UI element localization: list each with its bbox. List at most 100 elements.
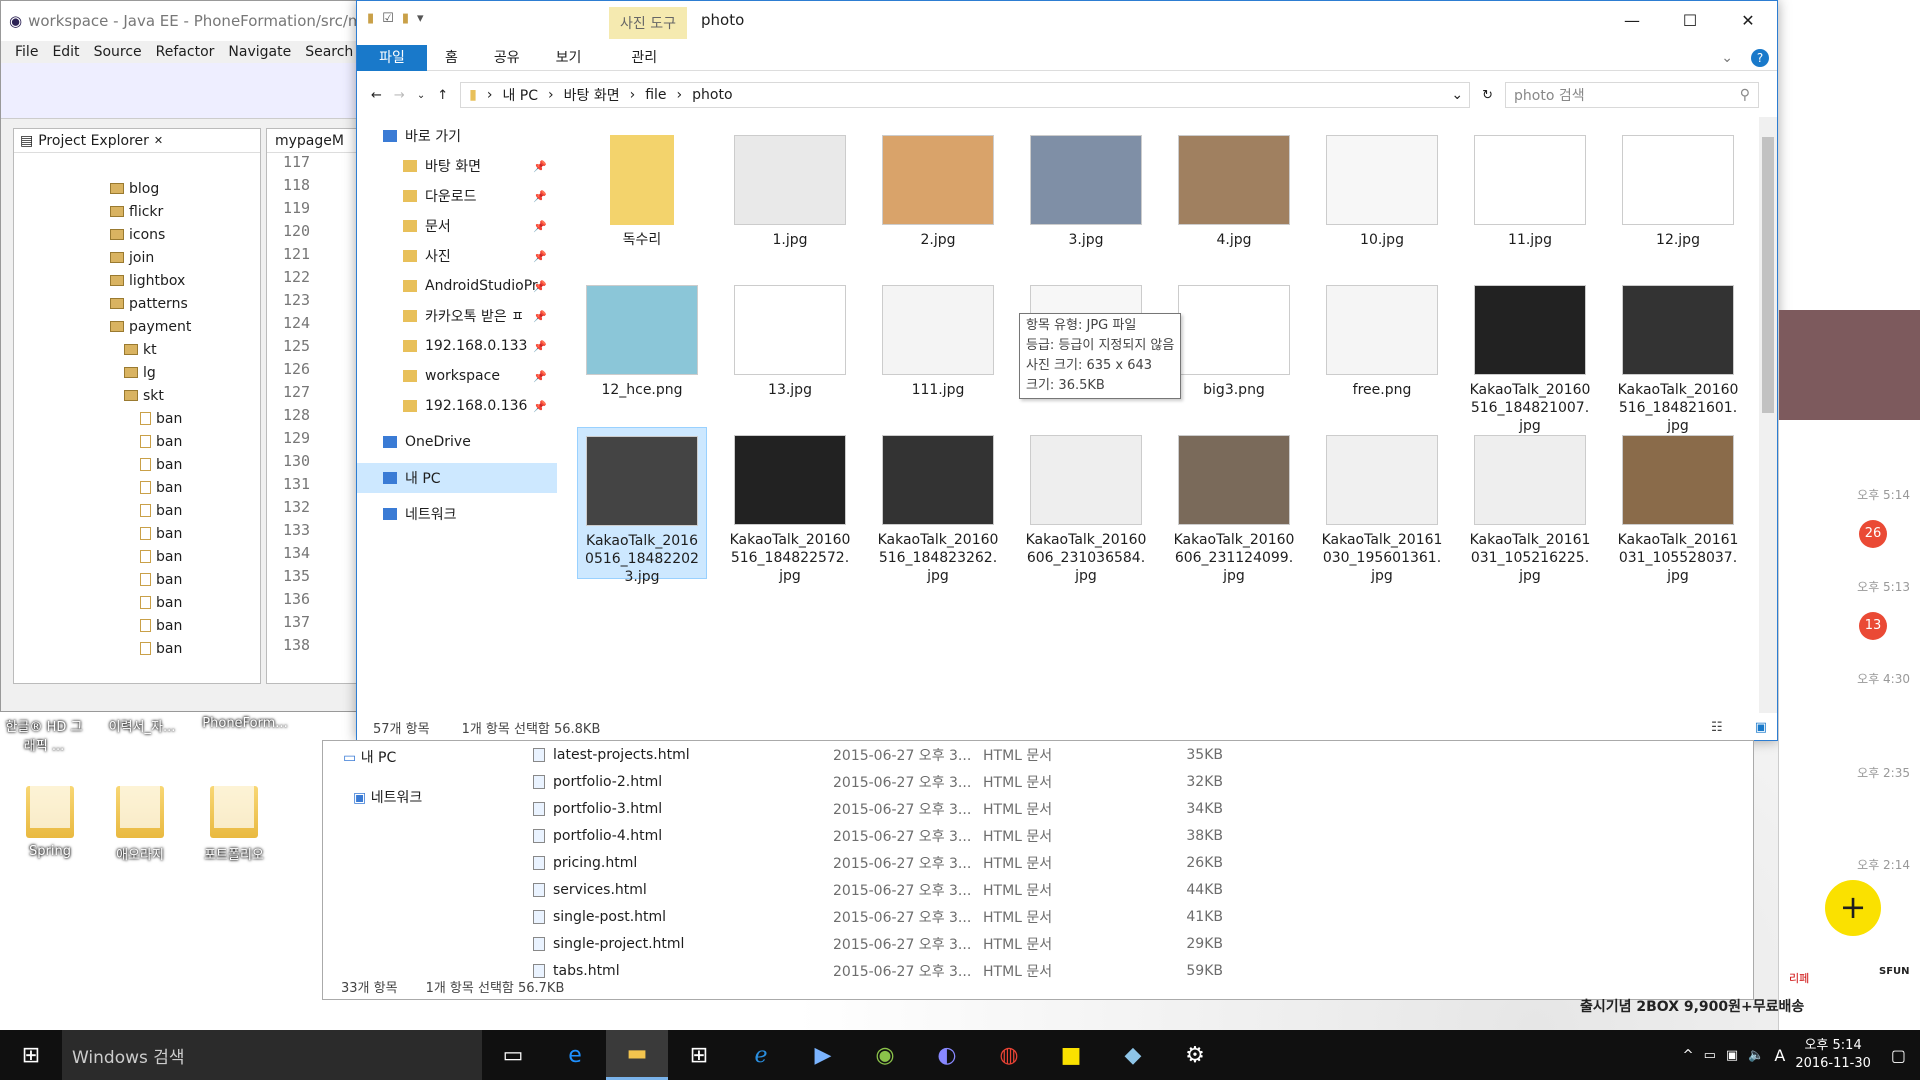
tree-item[interactable]: ban	[14, 522, 260, 545]
pin-icon[interactable]: 📌	[533, 370, 547, 383]
tab-share[interactable]: 공유	[476, 45, 538, 71]
tree-item[interactable]: ban	[14, 453, 260, 476]
file-row[interactable]: latest-projects.html 2015-06-27 오후 3... HT…	[533, 741, 1223, 768]
file-item[interactable]: KakaoTalk_20160516_184821601.jpg	[1613, 277, 1743, 434]
eclipse-titlebar[interactable]: ◉ workspace - Java EE - PhoneFormation/sr…	[1, 1, 361, 41]
checkbox-icon[interactable]: ☑	[382, 11, 394, 26]
tab-home[interactable]: 홈	[427, 45, 476, 71]
settings-gear-icon[interactable]: ⚙	[1164, 1030, 1226, 1080]
eclipse-icon[interactable]: ◐	[916, 1030, 978, 1080]
taskbar-search[interactable]: Windows 검색	[62, 1030, 482, 1080]
desktop-label[interactable]: 한글® HD 그래픽 ...	[4, 716, 84, 754]
file-item[interactable]: big3.png	[1169, 277, 1299, 429]
tree-item[interactable]: ban	[14, 499, 260, 522]
desktop-icon-portfolio[interactable]: 포트폴리오	[184, 778, 284, 863]
file-item[interactable]: 독수리	[577, 127, 707, 279]
android-studio-icon[interactable]: ◉	[854, 1030, 916, 1080]
nav-item[interactable]: 카카오톡 받은 ㅍ 📌	[357, 301, 557, 331]
tree-item[interactable]: ban	[14, 545, 260, 568]
file-item[interactable]: KakaoTalk_20161030_195601361.jpg	[1317, 427, 1447, 584]
pin-icon[interactable]: 📌	[533, 400, 547, 413]
file-item[interactable]: 12.jpg	[1613, 127, 1743, 279]
desktop-label[interactable]: 이력서_자...	[98, 716, 186, 754]
breadcrumb-item[interactable]: file	[645, 87, 666, 103]
notepad-icon[interactable]: ◆	[1102, 1030, 1164, 1080]
edge-icon[interactable]: e	[544, 1030, 606, 1080]
file-item[interactable]: KakaoTalk_20160606_231124099.jpg	[1169, 427, 1299, 584]
breadcrumb-item[interactable]: photo	[692, 87, 732, 103]
notification-icon[interactable]: ▢	[1891, 1046, 1906, 1065]
tree-item[interactable]: kt	[14, 338, 260, 361]
maximize-button[interactable]: ☐	[1661, 1, 1719, 39]
breadcrumb-item[interactable]: 바탕 화면	[564, 85, 620, 105]
vertical-scrollbar[interactable]	[1759, 117, 1777, 713]
close-icon[interactable]: ✕	[154, 134, 163, 147]
chevron-down-icon[interactable]: ⌄	[417, 90, 425, 101]
tree-item[interactable]: ban	[14, 407, 260, 430]
tree-item[interactable]: flickr	[14, 200, 260, 223]
nav-item[interactable]: workspace 📌	[357, 361, 557, 391]
nav-item[interactable]: 192.168.0.133 📌	[357, 331, 557, 361]
file-item[interactable]: KakaoTalk_20160606_231036584.jpg	[1021, 427, 1151, 584]
address-bar[interactable]: ▮ › 내 PC › 바탕 화면 › file › photo ⌄	[460, 82, 1471, 108]
tree-item[interactable]: ban	[14, 637, 260, 660]
nav-item[interactable]: 192.168.0.136 📌	[357, 391, 557, 421]
nav-item[interactable]: OneDrive	[357, 427, 557, 457]
tree-item[interactable]: patterns	[14, 292, 260, 315]
tree-item[interactable]: lg	[14, 361, 260, 384]
tree-item[interactable]: ban	[14, 430, 260, 453]
search-input[interactable]: photo 검색 ⚲	[1505, 82, 1760, 108]
battery-icon[interactable]: ▭	[1704, 1048, 1716, 1063]
tree-item[interactable]: payment	[14, 315, 260, 338]
nav-item[interactable]: 문서 📌	[357, 211, 557, 241]
tree-item[interactable]: skt	[14, 384, 260, 407]
tree-item[interactable]: ban	[14, 568, 260, 591]
messenger-header[interactable]	[1779, 310, 1920, 420]
file-row[interactable]: tabs.html 2015-06-27 오후 3... HTML 문서 59KB	[533, 957, 1223, 984]
menu-navigate[interactable]: Navigate	[228, 44, 291, 60]
forward-arrow-icon[interactable]: →	[394, 88, 405, 103]
network-icon[interactable]: ▣	[1726, 1048, 1738, 1063]
editor-tab[interactable]: mypageM	[267, 129, 361, 153]
file-item[interactable]: KakaoTalk_20160516_184823262.jpg	[873, 427, 1003, 584]
media-player-icon[interactable]: ▶	[792, 1030, 854, 1080]
chevron-down-icon[interactable]: ⌄	[1703, 45, 1751, 71]
tab-manage[interactable]: 관리	[613, 45, 675, 71]
titlebar[interactable]: ▮ ☑ ▮ ▾ 사진 도구 photo — ☐ ✕	[357, 1, 1777, 45]
nav-item[interactable]: 바탕 화면 📌	[357, 151, 557, 181]
folder-icon[interactable]: ▮	[367, 11, 374, 26]
nav-item-network[interactable]: ▣ 네트워크	[353, 787, 422, 807]
file-row[interactable]: portfolio-4.html 2015-06-27 오후 3... HTML 문…	[533, 822, 1223, 849]
chrome-icon[interactable]: ◍	[978, 1030, 1040, 1080]
scrollbar-thumb[interactable]	[1762, 137, 1774, 413]
file-item[interactable]: 2.jpg	[873, 127, 1003, 279]
pin-icon[interactable]: 📌	[533, 310, 547, 323]
file-item[interactable]: KakaoTalk_20160516_184822572.jpg	[725, 427, 855, 584]
large-icons-view-icon[interactable]: ▣	[1755, 720, 1767, 735]
ime-indicator[interactable]: A	[1774, 1046, 1785, 1065]
menu-source[interactable]: Source	[94, 44, 142, 60]
ad-brand[interactable]: 리페	[1789, 970, 1809, 986]
start-button[interactable]: ⊞	[0, 1030, 62, 1080]
chevron-up-icon[interactable]: ^	[1683, 1048, 1694, 1063]
add-chat-button[interactable]: +	[1825, 880, 1881, 936]
file-row[interactable]: services.html 2015-06-27 오후 3... HTML 문서 44…	[533, 876, 1223, 903]
minimize-button[interactable]: —	[1603, 1, 1661, 39]
chevron-down-icon[interactable]: ⌄	[1451, 87, 1463, 103]
file-row[interactable]: portfolio-2.html 2015-06-27 오후 3... HTML 문…	[533, 768, 1223, 795]
file-item[interactable]: KakaoTalk_20161031_105216225.jpg	[1465, 427, 1595, 584]
code-editor[interactable]: mypageM 117 118 119 120 121 122 123 124 125 126 12…	[266, 128, 362, 684]
file-item[interactable]: KakaoTalk_20160516_184821007.jpg	[1465, 277, 1595, 434]
file-row[interactable]: pricing.html 2015-06-27 오후 3... HTML 문서 26K…	[533, 849, 1223, 876]
internet-explorer-icon[interactable]: ℯ	[730, 1030, 792, 1080]
tree-item[interactable]: ban	[14, 591, 260, 614]
tree-item[interactable]: lightbox	[14, 269, 260, 292]
nav-item[interactable]: 내 PC	[357, 463, 557, 493]
file-row[interactable]: single-project.html 2015-06-27 오후 3... HTM…	[533, 930, 1223, 957]
clock[interactable]: 오후 5:14 2016-11-30	[1795, 1037, 1871, 1073]
desktop-icon-spring[interactable]: Spring	[0, 778, 100, 859]
tree-item[interactable]: ban	[14, 476, 260, 499]
file-row[interactable]: single-post.html 2015-06-27 오후 3... HTML 문…	[533, 903, 1223, 930]
nav-item-this-pc[interactable]: ▭ 내 PC	[343, 747, 396, 767]
file-item[interactable]: 111.jpg	[873, 277, 1003, 429]
